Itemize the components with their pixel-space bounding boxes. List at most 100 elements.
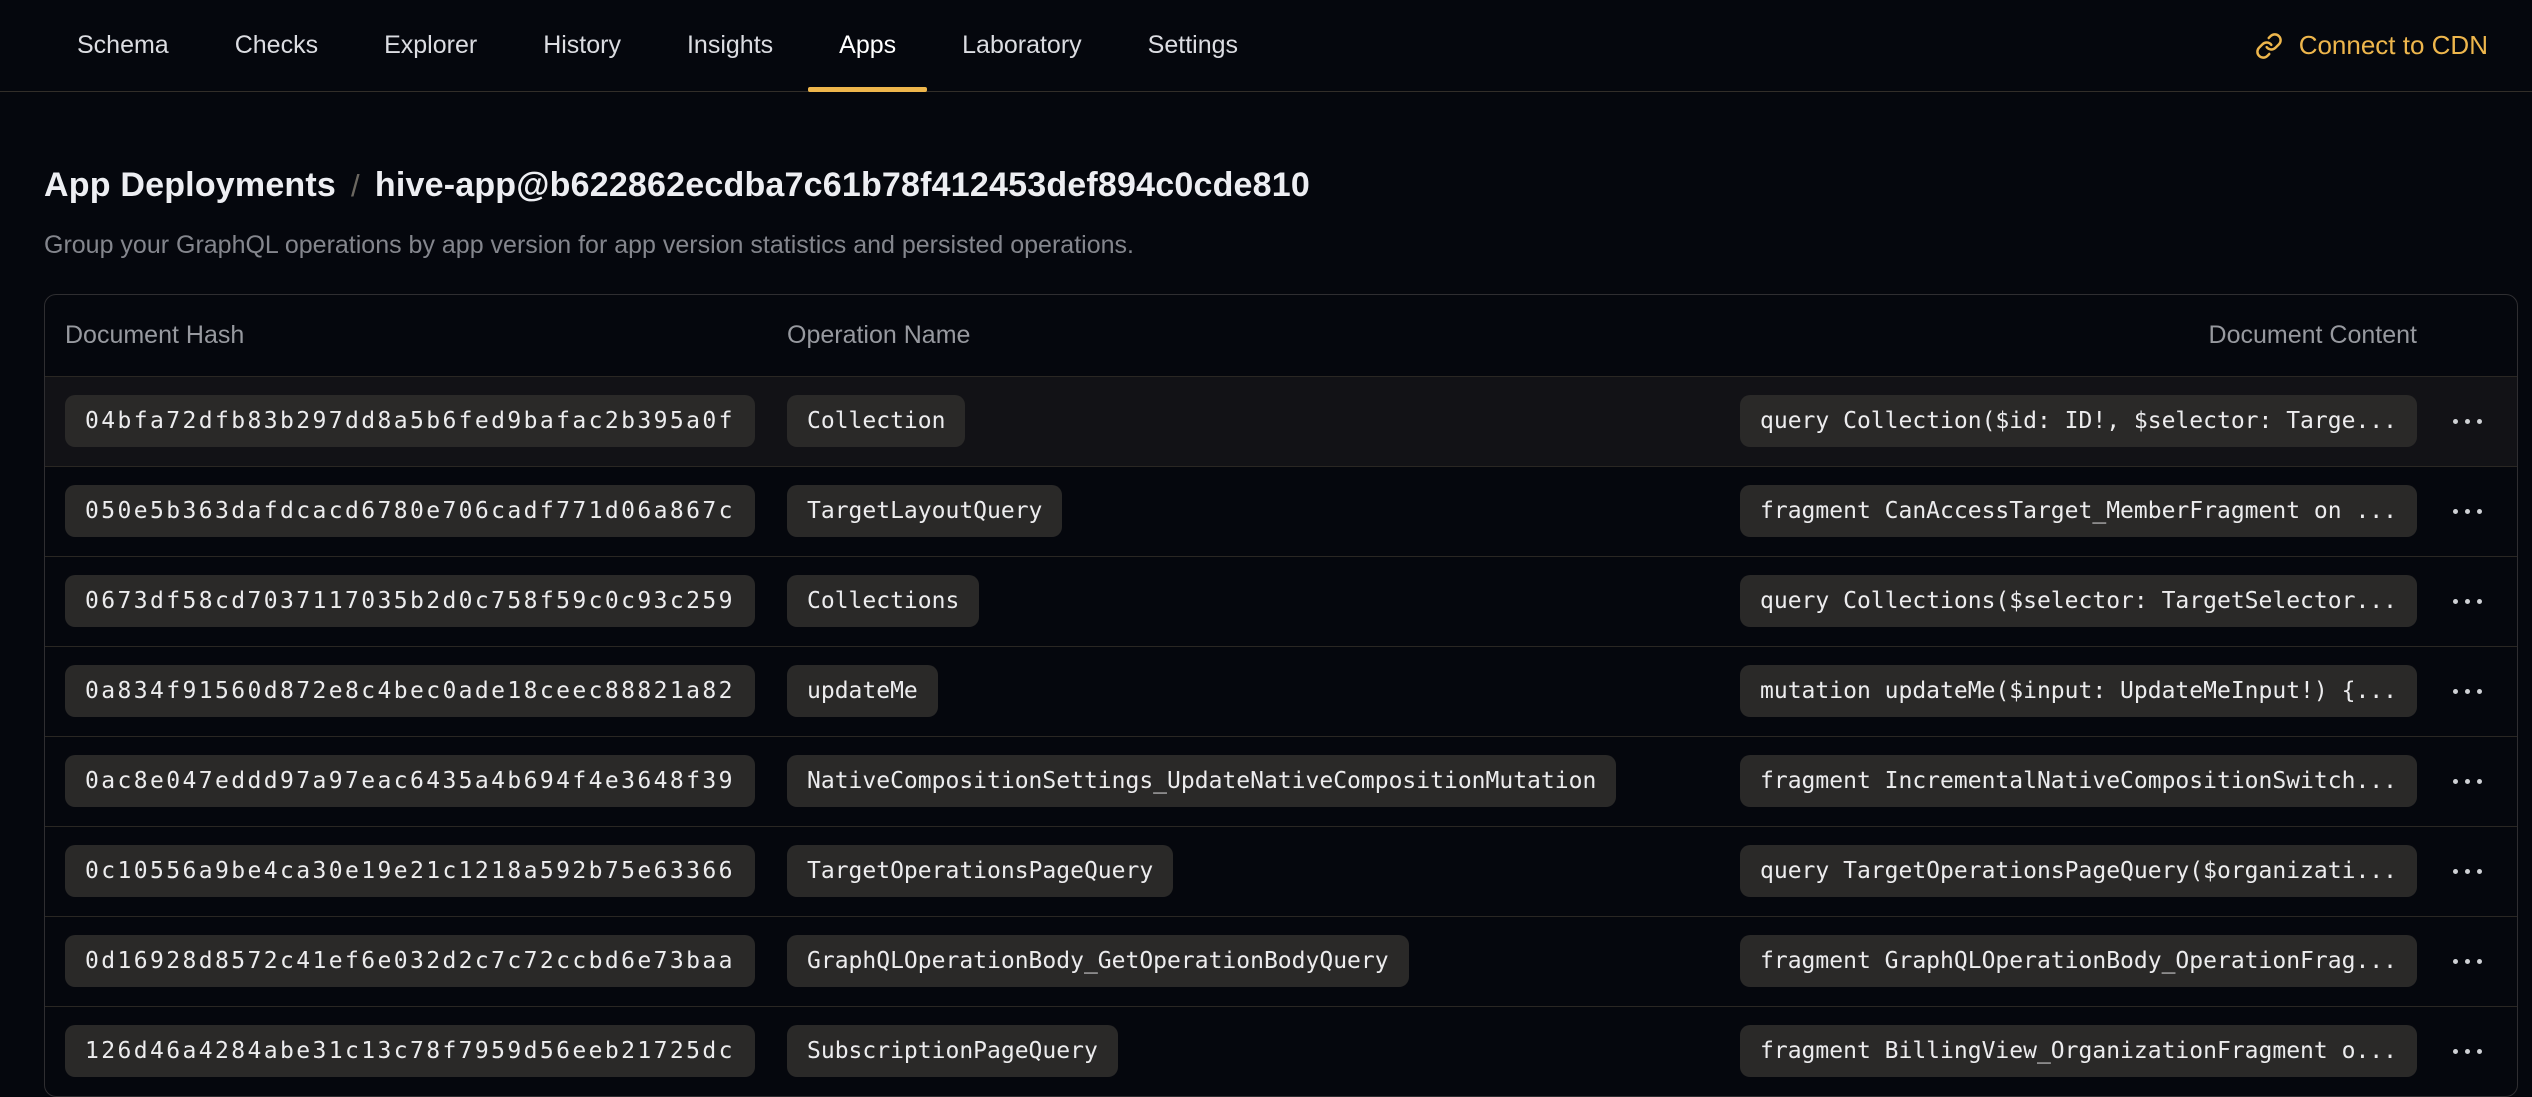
connect-to-cdn-link[interactable]: Connect to CDN xyxy=(2255,0,2488,91)
operation-name-badge: NativeCompositionSettings_UpdateNativeCo… xyxy=(787,755,1616,807)
ellipsis-icon xyxy=(2453,959,2482,964)
connect-to-cdn-label: Connect to CDN xyxy=(2299,30,2488,61)
document-content-cell: query Collections($selector: TargetSelec… xyxy=(1740,575,2417,627)
ellipsis-icon xyxy=(2453,869,2482,874)
operation-name-badge: TargetLayoutQuery xyxy=(787,485,1062,537)
tab-insights[interactable]: Insights xyxy=(654,0,806,91)
column-header-document-hash: Document Hash xyxy=(65,321,787,350)
table-header-row: Document Hash Operation Name Document Co… xyxy=(45,295,2517,376)
page-content: App Deployments / hive-app@b622862ecdba7… xyxy=(0,92,2532,1097)
row-menu-button[interactable] xyxy=(2435,849,2499,893)
row-menu-button[interactable] xyxy=(2435,1029,2499,1073)
nav-tab-label: Settings xyxy=(1148,31,1238,60)
column-header-operation-name: Operation Name xyxy=(787,321,2209,350)
nav-tabs: Schema Checks Explorer History Insights … xyxy=(44,0,1271,91)
document-hash-cell: 126d46a4284abe31c13c78f7959d56eeb21725dc xyxy=(65,1025,787,1077)
nav-tab-label: Apps xyxy=(839,31,896,60)
document-hash-badge: 0c10556a9be4ca30e19e21c1218a592b75e63366 xyxy=(65,845,755,897)
document-content-cell: fragment GraphQLOperationBody_OperationF… xyxy=(1740,935,2417,987)
table-row[interactable]: 050e5b363dafdcacd6780e706cadf771d06a867c… xyxy=(45,466,2517,556)
ellipsis-icon xyxy=(2453,779,2482,784)
row-menu-button[interactable] xyxy=(2435,489,2499,533)
document-content-cell: query Collection($id: ID!, $selector: Ta… xyxy=(1740,395,2417,447)
operation-name-badge: SubscriptionPageQuery xyxy=(787,1025,1118,1077)
document-content-badge: query Collections($selector: TargetSelec… xyxy=(1740,575,2417,627)
tab-schema[interactable]: Schema xyxy=(44,0,202,91)
row-menu-button[interactable] xyxy=(2435,669,2499,713)
row-menu-button[interactable] xyxy=(2435,759,2499,803)
document-content-badge: fragment CanAccessTarget_MemberFragment … xyxy=(1740,485,2417,537)
row-menu-button[interactable] xyxy=(2435,939,2499,983)
document-content-badge: fragment BillingView_OrganizationFragmen… xyxy=(1740,1025,2417,1077)
nav-tab-label: Laboratory xyxy=(962,31,1082,60)
nav-tab-label: Explorer xyxy=(384,31,477,60)
document-content-cell: fragment CanAccessTarget_MemberFragment … xyxy=(1740,485,2417,537)
document-hash-badge: 0ac8e047eddd97a97eac6435a4b694f4e3648f39 xyxy=(65,755,755,807)
operation-name-badge: updateMe xyxy=(787,665,938,717)
deployments-table: Document Hash Operation Name Document Co… xyxy=(44,294,2518,1097)
breadcrumb-separator: / xyxy=(351,165,360,207)
operation-name-badge: Collections xyxy=(787,575,979,627)
document-content-badge: fragment GraphQLOperationBody_OperationF… xyxy=(1740,935,2417,987)
operation-name-cell: updateMe xyxy=(787,665,1740,717)
document-content-badge: fragment IncrementalNativeCompositionSwi… xyxy=(1740,755,2417,807)
document-hash-badge: 0673df58cd7037117035b2d0c758f59c0c93c259 xyxy=(65,575,755,627)
operation-name-cell: SubscriptionPageQuery xyxy=(787,1025,1740,1077)
ellipsis-icon xyxy=(2453,509,2482,514)
document-hash-cell: 0d16928d8572c41ef6e032d2c7c72ccbd6e73baa xyxy=(65,935,787,987)
operation-name-badge: Collection xyxy=(787,395,965,447)
operation-name-cell: NativeCompositionSettings_UpdateNativeCo… xyxy=(787,755,1740,807)
tab-laboratory[interactable]: Laboratory xyxy=(929,0,1115,91)
document-hash-badge: 04bfa72dfb83b297dd8a5b6fed9bafac2b395a0f xyxy=(65,395,755,447)
nav-tab-label: Checks xyxy=(235,31,318,60)
table-row[interactable]: 0a834f91560d872e8c4bec0ade18ceec88821a82… xyxy=(45,646,2517,736)
breadcrumb-section-link[interactable]: App Deployments xyxy=(44,164,336,206)
top-navigation: Schema Checks Explorer History Insights … xyxy=(0,0,2532,92)
column-header-document-content: Document Content xyxy=(2209,321,2417,350)
nav-tab-label: History xyxy=(543,31,621,60)
tab-history[interactable]: History xyxy=(510,0,654,91)
page-subtitle: Group your GraphQL operations by app ver… xyxy=(44,230,2488,260)
document-content-cell: fragment BillingView_OrganizationFragmen… xyxy=(1740,1025,2417,1077)
tab-explorer[interactable]: Explorer xyxy=(351,0,510,91)
table-row[interactable]: 0d16928d8572c41ef6e032d2c7c72ccbd6e73baa… xyxy=(45,916,2517,1006)
document-hash-badge: 0a834f91560d872e8c4bec0ade18ceec88821a82 xyxy=(65,665,755,717)
document-hash-cell: 050e5b363dafdcacd6780e706cadf771d06a867c xyxy=(65,485,787,537)
document-hash-cell: 0c10556a9be4ca30e19e21c1218a592b75e63366 xyxy=(65,845,787,897)
table-row[interactable]: 0c10556a9be4ca30e19e21c1218a592b75e63366… xyxy=(45,826,2517,916)
nav-tab-label: Insights xyxy=(687,31,773,60)
tab-settings[interactable]: Settings xyxy=(1115,0,1271,91)
table-row[interactable]: 0673df58cd7037117035b2d0c758f59c0c93c259… xyxy=(45,556,2517,646)
document-content-cell: query TargetOperationsPageQuery($organiz… xyxy=(1740,845,2417,897)
breadcrumb: App Deployments / hive-app@b622862ecdba7… xyxy=(44,164,2488,207)
operation-name-cell: GraphQLOperationBody_GetOperationBodyQue… xyxy=(787,935,1740,987)
breadcrumb-app-id: hive-app@b622862ecdba7c61b78f412453def89… xyxy=(375,164,1310,206)
tab-checks[interactable]: Checks xyxy=(202,0,351,91)
document-content-badge: mutation updateMe($input: UpdateMeInput!… xyxy=(1740,665,2417,717)
link-icon xyxy=(2255,32,2283,60)
nav-tab-label: Schema xyxy=(77,31,169,60)
document-hash-badge: 050e5b363dafdcacd6780e706cadf771d06a867c xyxy=(65,485,755,537)
operation-name-cell: Collection xyxy=(787,395,1740,447)
document-hash-cell: 0ac8e047eddd97a97eac6435a4b694f4e3648f39 xyxy=(65,755,787,807)
ellipsis-icon xyxy=(2453,599,2482,604)
table-row[interactable]: 04bfa72dfb83b297dd8a5b6fed9bafac2b395a0f… xyxy=(45,376,2517,466)
operation-name-cell: TargetLayoutQuery xyxy=(787,485,1740,537)
document-content-cell: mutation updateMe($input: UpdateMeInput!… xyxy=(1740,665,2417,717)
row-menu-button[interactable] xyxy=(2435,399,2499,443)
table-row[interactable]: 0ac8e047eddd97a97eac6435a4b694f4e3648f39… xyxy=(45,736,2517,826)
operation-name-cell: Collections xyxy=(787,575,1740,627)
operation-name-cell: TargetOperationsPageQuery xyxy=(787,845,1740,897)
table-row[interactable]: 126d46a4284abe31c13c78f7959d56eeb21725dc… xyxy=(45,1006,2517,1096)
ellipsis-icon xyxy=(2453,689,2482,694)
document-content-badge: query TargetOperationsPageQuery($organiz… xyxy=(1740,845,2417,897)
document-hash-cell: 04bfa72dfb83b297dd8a5b6fed9bafac2b395a0f xyxy=(65,395,787,447)
document-hash-badge: 0d16928d8572c41ef6e032d2c7c72ccbd6e73baa xyxy=(65,935,755,987)
operation-name-badge: TargetOperationsPageQuery xyxy=(787,845,1173,897)
row-menu-button[interactable] xyxy=(2435,579,2499,623)
tab-apps[interactable]: Apps xyxy=(806,0,929,91)
document-content-cell: fragment IncrementalNativeCompositionSwi… xyxy=(1740,755,2417,807)
document-hash-cell: 0a834f91560d872e8c4bec0ade18ceec88821a82 xyxy=(65,665,787,717)
document-content-badge: query Collection($id: ID!, $selector: Ta… xyxy=(1740,395,2417,447)
document-hash-cell: 0673df58cd7037117035b2d0c758f59c0c93c259 xyxy=(65,575,787,627)
